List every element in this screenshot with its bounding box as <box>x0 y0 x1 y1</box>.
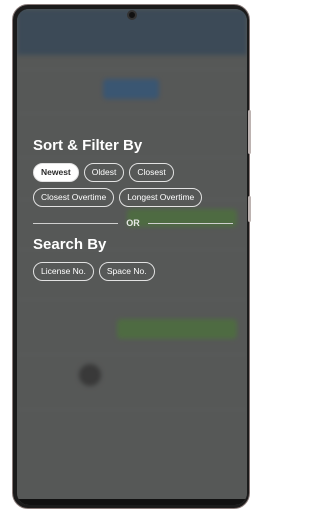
search-chip-space-no[interactable]: Space No. <box>98 262 155 281</box>
divider-line <box>33 222 119 224</box>
front-camera <box>127 10 137 20</box>
side-button <box>248 196 251 222</box>
sort-chip-longest-overtime[interactable]: Longest Overtime <box>119 188 203 207</box>
filter-sheet: Sort & Filter By Newest Oldest Closest C… <box>33 137 233 281</box>
search-options: License No. Space No. <box>33 262 233 281</box>
search-by-title: Search By <box>33 236 107 253</box>
search-chip-license-no[interactable]: License No. <box>33 262 94 281</box>
divider-line <box>147 222 233 224</box>
sort-chip-oldest[interactable]: Oldest <box>83 163 125 182</box>
sort-filter-title: Sort & Filter By <box>33 137 143 154</box>
or-divider: OR <box>33 218 233 228</box>
side-button <box>248 110 251 154</box>
sort-chip-closest[interactable]: Closest <box>129 163 174 182</box>
screen: Sort & Filter By Newest Oldest Closest C… <box>17 9 247 505</box>
or-label: OR <box>126 218 140 228</box>
phone-frame: Sort & Filter By Newest Oldest Closest C… <box>12 4 250 509</box>
sort-chip-closest-overtime[interactable]: Closest Overtime <box>33 188 115 207</box>
sort-options: Newest Oldest Closest Closest Overtime L… <box>33 163 233 207</box>
bottom-bezel <box>17 499 247 505</box>
sort-chip-newest[interactable]: Newest <box>33 163 79 182</box>
